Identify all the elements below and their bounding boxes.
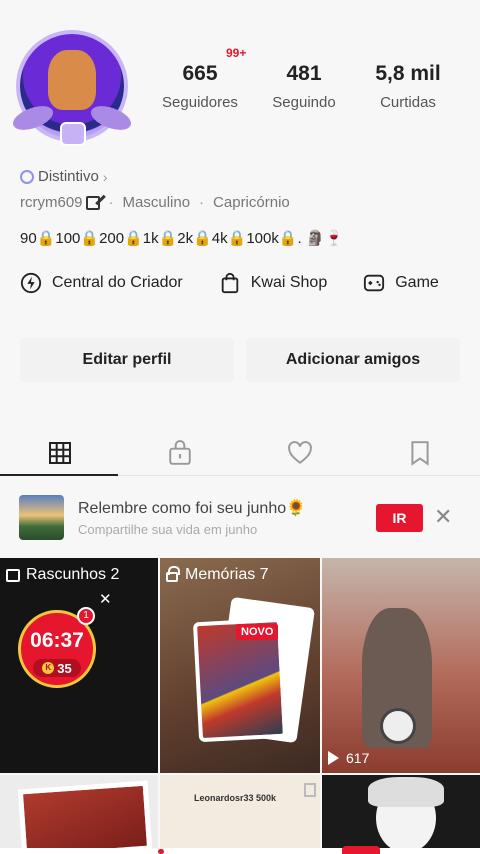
add-friends-button[interactable]: Adicionar amigos (246, 338, 460, 382)
banner-go-button[interactable]: IR (376, 504, 423, 532)
distintivo-link[interactable]: Distintivo › (20, 168, 108, 185)
stat-followers[interactable]: 665 Seguidores (148, 62, 252, 111)
drafts-cell[interactable]: Rascunhos 2 ✕ 1 06:37 K 35 (0, 558, 158, 773)
banner-title: Relembre como foi seu junho🌻 (78, 500, 307, 517)
edit-icon[interactable] (85, 195, 100, 210)
avatar-gem-icon (60, 122, 86, 146)
tab-private[interactable] (120, 430, 240, 475)
shortcut-game[interactable]: Game (363, 272, 439, 294)
coin-icon: K (42, 662, 55, 674)
stat-label: Curtidas (380, 94, 436, 111)
play-count-row: 617 (328, 750, 369, 766)
followers-notification-badge: 99+ (226, 46, 247, 60)
separator-dot: · (108, 194, 114, 211)
memories-banner[interactable]: Relembre como foi seu junho🌻 Compartilhe… (0, 484, 480, 550)
heart-icon (288, 440, 312, 464)
avatar[interactable] (9, 30, 135, 150)
close-icon[interactable]: ✕ (434, 506, 452, 528)
video-thumbnail[interactable] (0, 775, 158, 854)
bio: 90🔒100🔒200🔒1k🔒2k🔒4k🔒100k🔒. 🗿🍷 (20, 230, 344, 247)
stat-value: 481 (286, 62, 322, 85)
video-image-hair (368, 777, 444, 807)
stat-likes[interactable]: 5,8 mil Curtidas (356, 62, 460, 111)
shortcut-creator-center[interactable]: Central do Criador (20, 272, 183, 294)
stat-following[interactable]: 481 Seguindo (252, 62, 356, 111)
reward-timer[interactable]: 1 06:37 K 35 (18, 607, 96, 688)
video-thumbnail[interactable] (322, 775, 480, 854)
memories-label: Memórias 7 (185, 566, 269, 583)
coins-pill: K 35 (33, 659, 81, 677)
separator-dot: · (199, 194, 205, 211)
memories-label-row: Memórias 7 (166, 566, 269, 584)
tab-posts[interactable] (0, 430, 120, 476)
profile-stats: 665 Seguidores 481 Seguindo 5,8 mil Curt… (148, 62, 468, 111)
username: rcrym609 (20, 194, 83, 211)
lock-icon (166, 566, 180, 582)
edit-profile-button[interactable]: Editar perfil (20, 338, 234, 382)
gender: Masculino (122, 194, 191, 211)
lightning-icon (20, 272, 42, 294)
play-icon (328, 751, 339, 765)
profile-meta: rcrym609 · Masculino · Capricórnio (20, 194, 290, 211)
banner-subtitle: Compartilhe sua vida em junho (78, 522, 258, 537)
content-tabs (0, 430, 480, 476)
thumbnail-caption: Leonardosr33 500k (194, 793, 277, 803)
tab-liked[interactable] (240, 430, 360, 475)
drafts-label: Rascunhos 2 (26, 566, 120, 583)
video-image (17, 780, 153, 854)
timer-notification-dot: 1 (77, 607, 95, 625)
stat-value: 665 (182, 62, 218, 85)
tab-saved[interactable] (360, 430, 480, 475)
badge-icon (20, 169, 34, 184)
shortcut-label: Central do Criador (52, 274, 183, 291)
zodiac-sign: Capricórnio (213, 194, 290, 211)
play-count: 617 (346, 750, 370, 766)
banner-thumbnail (19, 495, 64, 540)
close-icon[interactable]: ✕ (99, 590, 112, 608)
drafts-box-icon (6, 568, 20, 582)
coins-value: 35 (57, 660, 72, 676)
shortcut-label: Kwai Shop (250, 274, 328, 291)
nav-notification-dot (158, 849, 164, 854)
stat-label: Seguidores (162, 94, 238, 111)
bookmark-icon (411, 440, 429, 466)
video-thumbnail[interactable]: 617 (322, 558, 480, 773)
stat-label: Seguindo (272, 94, 336, 111)
skull-sticker-icon (380, 708, 416, 744)
video-thumbnail[interactable]: Leonardosr33 500k (160, 775, 320, 854)
distintivo-label: Distintivo (38, 168, 99, 185)
gamepad-icon (364, 274, 385, 292)
lock-bag-icon (169, 439, 191, 465)
chevron-right-icon: › (102, 168, 108, 185)
shortcuts-row: Central do Criador Kwai Shop Game (20, 272, 475, 294)
avatar-face (48, 50, 96, 110)
grid-icon (49, 441, 71, 464)
stat-value: 5,8 mil (375, 62, 441, 85)
bookmark-icon (304, 783, 316, 797)
shortcut-label: Game (395, 274, 439, 291)
shopping-bag-icon (221, 272, 238, 294)
bottom-nav-bar (0, 848, 480, 854)
new-badge: NOVO (236, 624, 279, 640)
memories-cell[interactable]: NOVO Memórias 7 (160, 558, 320, 773)
shortcut-kwai-shop[interactable]: Kwai Shop (219, 272, 328, 294)
timer-value: 06:37 (30, 629, 84, 652)
drafts-label-row: Rascunhos 2 (6, 566, 119, 584)
nav-notification-badge (342, 846, 380, 854)
